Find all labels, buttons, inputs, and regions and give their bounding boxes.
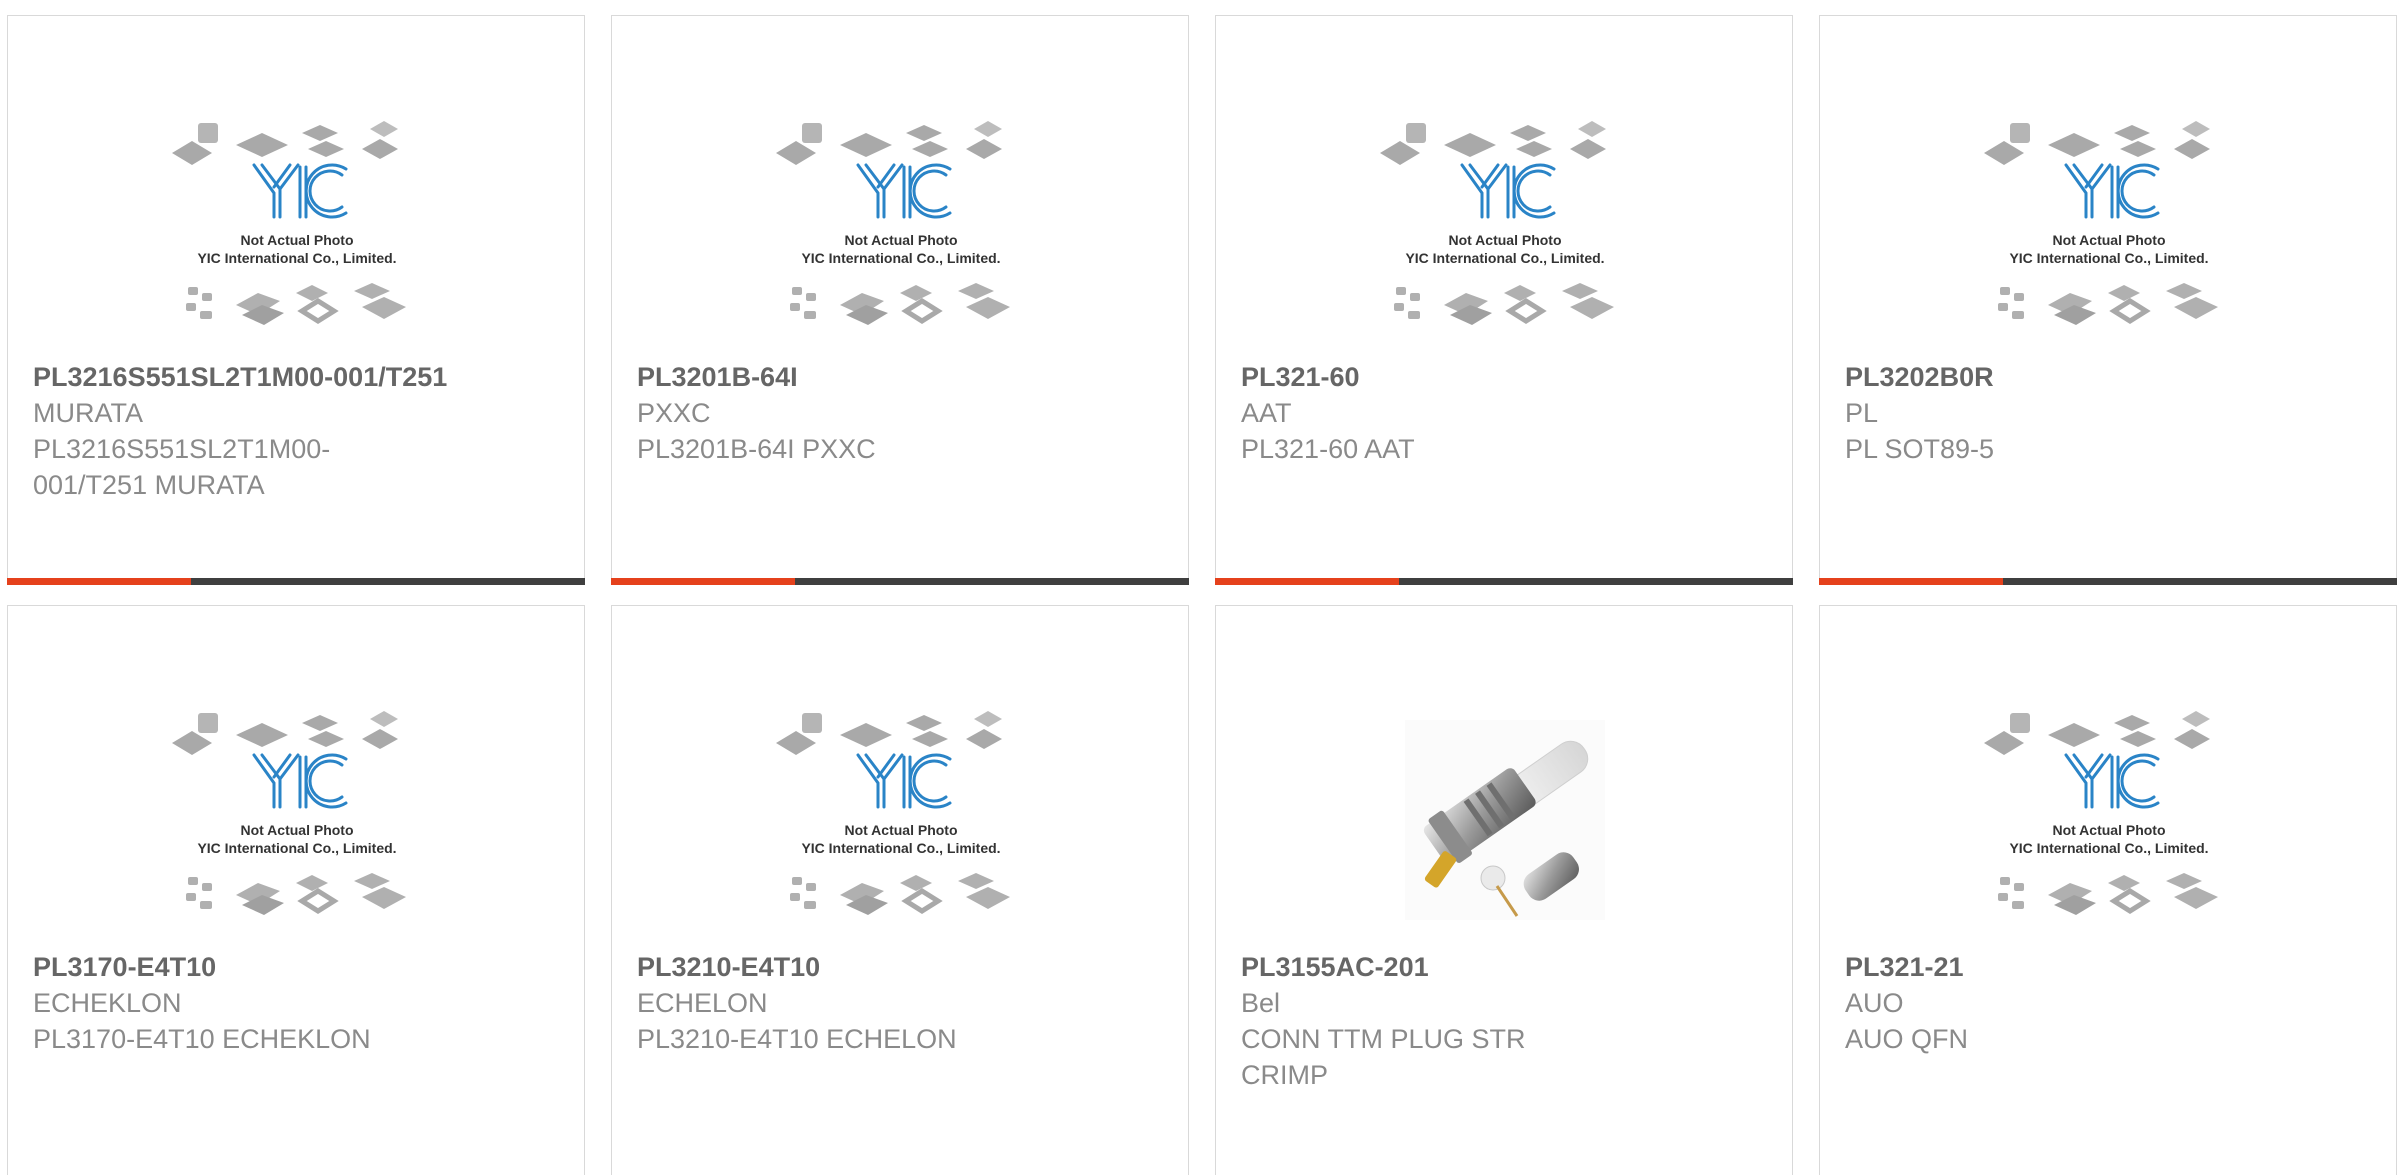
product-info: PL3202B0R PL PL SOT89-5 bbox=[1845, 359, 2376, 467]
product-part-number-link[interactable]: PL3210-E4T10 bbox=[637, 949, 1168, 985]
yic-placeholder-graphic: Not Actual Photo YIC International Co., … bbox=[172, 121, 406, 325]
product-description: PL SOT89-5 bbox=[1845, 434, 1995, 464]
product-info: PL3216S551SL2T1M00-001/T251 MURATA PL321… bbox=[33, 359, 564, 503]
yic-logo-icon bbox=[252, 163, 348, 219]
product-part-number-link[interactable]: PL321-60 bbox=[1241, 359, 1772, 395]
yic-placeholder-graphic: Not Actual Photo YIC International Co., … bbox=[776, 711, 1010, 915]
product-description: PL321-60 AAT bbox=[1241, 434, 1415, 464]
card-accent-bar bbox=[611, 578, 1189, 585]
svg-text:Not Actual Photo: Not Actual Photo bbox=[240, 232, 353, 248]
product-info: PL3155AC-201 Bel CONN TTM PLUG STR CRIMP bbox=[1241, 949, 1772, 1093]
yic-placeholder-graphic: Not Actual Photo YIC International Co., … bbox=[172, 711, 406, 915]
product-description: PL3210-E4T10 ECHELON bbox=[637, 1024, 957, 1054]
product-manufacturer: PL bbox=[1845, 398, 1879, 428]
product-part-number-link[interactable]: PL3155AC-201 bbox=[1241, 949, 1772, 985]
yic-logo-icon bbox=[856, 753, 952, 809]
product-manufacturer: MURATA bbox=[33, 398, 143, 428]
product-manufacturer: Bel bbox=[1241, 988, 1281, 1018]
product-info: PL321-60 AAT PL321-60 AAT bbox=[1241, 359, 1772, 467]
svg-text:YIC International Co., Limited: YIC International Co., Limited. bbox=[801, 840, 1000, 856]
svg-text:YIC International Co., Limited: YIC International Co., Limited. bbox=[197, 250, 396, 266]
product-manufacturer: AUO bbox=[1845, 988, 1904, 1018]
product-manufacturer: ECHELON bbox=[637, 988, 768, 1018]
product-description: CONN TTM PLUG STR CRIMP bbox=[1241, 1024, 1526, 1090]
product-part-number-link[interactable]: PL3216S551SL2T1M00-001/T251 bbox=[33, 359, 564, 395]
product-image-placeholder[interactable]: Not Actual Photo YIC International Co., … bbox=[151, 96, 443, 364]
product-card[interactable]: Not Actual Photo YIC International Co., … bbox=[1819, 15, 2397, 585]
card-accent-bar bbox=[7, 578, 585, 585]
product-card[interactable]: Not Actual Photo YIC International Co., … bbox=[611, 15, 1189, 585]
connector-photo-icon bbox=[1405, 720, 1605, 920]
product-image-placeholder[interactable]: Not Actual Photo YIC International Co., … bbox=[1359, 96, 1651, 364]
yic-logo-icon bbox=[252, 753, 348, 809]
svg-text:Not Actual Photo: Not Actual Photo bbox=[1448, 232, 1561, 248]
yic-placeholder-graphic: Not Actual Photo YIC International Co., … bbox=[776, 121, 1010, 325]
svg-text:Not Actual Photo: Not Actual Photo bbox=[2052, 822, 2165, 838]
yic-placeholder-graphic: Not Actual Photo YIC International Co., … bbox=[1380, 121, 1614, 325]
product-info: PL3201B-64I PXXC PL3201B-64I PXXC bbox=[637, 359, 1168, 467]
product-grid: Not Actual Photo YIC International Co., … bbox=[0, 0, 2400, 1175]
yic-placeholder-graphic: Not Actual Photo YIC International Co., … bbox=[1984, 121, 2218, 325]
product-card[interactable]: PL3155AC-201 Bel CONN TTM PLUG STR CRIMP bbox=[1215, 605, 1793, 1175]
product-description: PL3170-E4T10 ECHEKLON bbox=[33, 1024, 371, 1054]
product-card[interactable]: Not Actual Photo YIC International Co., … bbox=[1819, 605, 2397, 1175]
product-manufacturer: AAT bbox=[1241, 398, 1292, 428]
svg-text:Not Actual Photo: Not Actual Photo bbox=[844, 232, 957, 248]
svg-text:YIC International Co., Limited: YIC International Co., Limited. bbox=[2009, 250, 2208, 266]
product-part-number-link[interactable]: PL3201B-64I bbox=[637, 359, 1168, 395]
product-manufacturer: ECHEKLON bbox=[33, 988, 182, 1018]
product-image-connector[interactable] bbox=[1359, 686, 1651, 954]
svg-text:YIC International Co., Limited: YIC International Co., Limited. bbox=[1405, 250, 1604, 266]
product-image-placeholder[interactable]: Not Actual Photo YIC International Co., … bbox=[755, 686, 1047, 954]
svg-text:Not Actual Photo: Not Actual Photo bbox=[2052, 232, 2165, 248]
svg-text:Not Actual Photo: Not Actual Photo bbox=[844, 822, 957, 838]
svg-text:YIC International Co., Limited: YIC International Co., Limited. bbox=[2009, 840, 2208, 856]
product-info: PL321-21 AUO AUO QFN bbox=[1845, 949, 2376, 1057]
yic-logo-icon bbox=[2064, 753, 2160, 809]
product-image-placeholder[interactable]: Not Actual Photo YIC International Co., … bbox=[151, 686, 443, 954]
svg-text:YIC International Co., Limited: YIC International Co., Limited. bbox=[197, 840, 396, 856]
svg-text:YIC International Co., Limited: YIC International Co., Limited. bbox=[801, 250, 1000, 266]
yic-logo-icon bbox=[2064, 163, 2160, 219]
product-info: PL3170-E4T10 ECHEKLON PL3170-E4T10 ECHEK… bbox=[33, 949, 564, 1057]
product-card[interactable]: Not Actual Photo YIC International Co., … bbox=[7, 605, 585, 1175]
product-card[interactable]: Not Actual Photo YIC International Co., … bbox=[1215, 15, 1793, 585]
product-image-placeholder[interactable]: Not Actual Photo YIC International Co., … bbox=[755, 96, 1047, 364]
product-info: PL3210-E4T10 ECHELON PL3210-E4T10 ECHELO… bbox=[637, 949, 1168, 1057]
product-description: PL3216S551SL2T1M00-001/T251 MURATA bbox=[33, 434, 331, 500]
product-image-placeholder[interactable]: Not Actual Photo YIC International Co., … bbox=[1963, 686, 2255, 954]
yic-placeholder-graphic: Not Actual Photo YIC International Co., … bbox=[1984, 711, 2218, 915]
card-accent-bar bbox=[1215, 578, 1793, 585]
product-part-number-link[interactable]: PL3202B0R bbox=[1845, 359, 2376, 395]
yic-logo-icon bbox=[1460, 163, 1556, 219]
product-manufacturer: PXXC bbox=[637, 398, 711, 428]
card-accent-bar bbox=[1819, 578, 2397, 585]
product-image-placeholder[interactable]: Not Actual Photo YIC International Co., … bbox=[1963, 96, 2255, 364]
product-part-number-link[interactable]: PL3170-E4T10 bbox=[33, 949, 564, 985]
product-card[interactable]: Not Actual Photo YIC International Co., … bbox=[611, 605, 1189, 1175]
product-description: PL3201B-64I PXXC bbox=[637, 434, 876, 464]
product-part-number-link[interactable]: PL321-21 bbox=[1845, 949, 2376, 985]
yic-logo-icon bbox=[856, 163, 952, 219]
product-card[interactable]: Not Actual Photo YIC International Co., … bbox=[7, 15, 585, 585]
svg-text:Not Actual Photo: Not Actual Photo bbox=[240, 822, 353, 838]
product-description: AUO QFN bbox=[1845, 1024, 1969, 1054]
